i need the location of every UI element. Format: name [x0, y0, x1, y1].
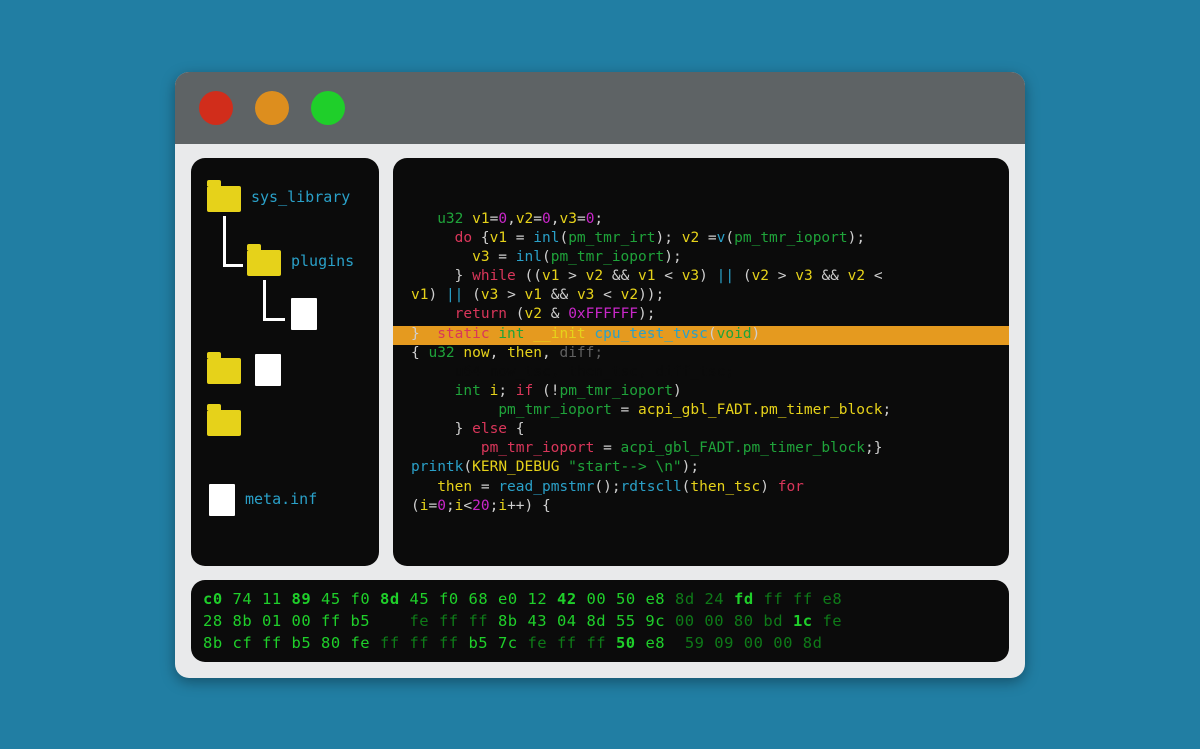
- app-window: sys_library plugins meta.inf: [175, 72, 1025, 678]
- tree-line: [263, 280, 266, 320]
- folder-icon[interactable]: [247, 250, 281, 276]
- tree-line: [223, 264, 243, 267]
- hex-row: 28 8b 01 00 ff b5 fe ff ff 8b 43 04 8d 5…: [203, 610, 997, 632]
- file-icon[interactable]: [291, 298, 317, 330]
- close-icon[interactable]: [199, 91, 233, 125]
- tree-item-sys-library[interactable]: sys_library: [251, 188, 350, 206]
- hex-row: c0 74 11 89 45 f0 8d 45 f0 68 e0 12 42 0…: [203, 588, 997, 610]
- code-content: u32 v1=0,v2=0,v3=0; do {v1 = inl(pm_tmr_…: [411, 210, 991, 516]
- minimize-icon[interactable]: [255, 91, 289, 125]
- tree-line: [263, 318, 285, 321]
- file-tree: sys_library plugins meta.inf: [191, 158, 379, 566]
- tree-line: [223, 216, 226, 266]
- hex-row: 8b cf ff b5 80 fe ff ff ff b5 7c fe ff f…: [203, 632, 997, 654]
- hex-panel: c0 74 11 89 45 f0 8d 45 f0 68 e0 12 42 0…: [191, 580, 1009, 662]
- maximize-icon[interactable]: [311, 91, 345, 125]
- tree-item-meta-inf[interactable]: meta.inf: [245, 490, 317, 508]
- code-editor[interactable]: u32 v1=0,v2=0,v3=0; do {v1 = inl(pm_tmr_…: [393, 158, 1009, 566]
- tree-item-plugins[interactable]: plugins: [291, 252, 354, 270]
- titlebar: [175, 72, 1025, 144]
- window-body: sys_library plugins meta.inf: [175, 144, 1025, 678]
- folder-icon[interactable]: [207, 410, 241, 436]
- folder-icon[interactable]: [207, 358, 241, 384]
- folder-icon[interactable]: [207, 186, 241, 212]
- file-icon[interactable]: [209, 484, 235, 516]
- file-icon[interactable]: [255, 354, 281, 386]
